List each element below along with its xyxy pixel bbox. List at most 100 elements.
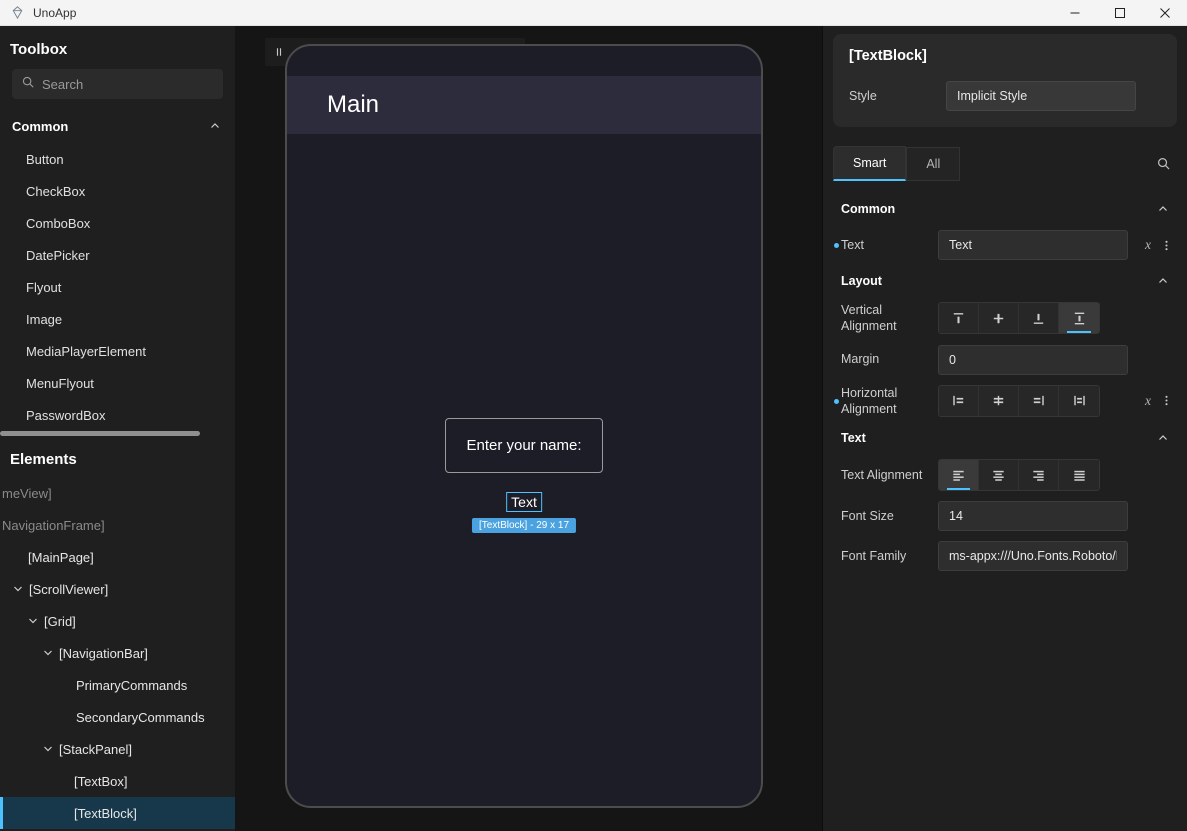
tree-item-mainpage[interactable]: [MainPage] [0, 541, 235, 573]
text-align-left-button[interactable] [939, 460, 979, 490]
font-size-label: Font Size [841, 508, 938, 524]
toolbox-item-menuflyout[interactable]: MenuFlyout [0, 367, 235, 399]
binding-icon[interactable]: x [1145, 237, 1151, 253]
halign-right-button[interactable] [1019, 386, 1059, 416]
page-title: Main [327, 91, 379, 119]
search-icon[interactable] [1156, 156, 1171, 171]
tree-item-stackpanel[interactable]: [StackPanel] [0, 733, 235, 765]
halign-center-button[interactable] [979, 386, 1019, 416]
tab-smart[interactable]: Smart [833, 146, 906, 181]
scrollbar-thumb[interactable] [0, 431, 200, 436]
valign-stretch-button[interactable] [1059, 303, 1099, 333]
prop-row-horizontal-alignment: Horizontal Alignment x [833, 380, 1177, 423]
tree-item-primarycommands[interactable]: PrimaryCommands [0, 669, 235, 701]
text-alignment-group [938, 459, 1100, 491]
page-header[interactable]: Main [287, 76, 761, 134]
app-logo-icon [10, 5, 25, 20]
chevron-down-icon[interactable] [42, 743, 54, 755]
chevron-down-icon[interactable] [27, 615, 39, 627]
section-text[interactable]: Text [833, 422, 1177, 454]
property-inspector: [TextBlock] Style Smart All Common Text … [822, 26, 1187, 831]
vertical-alignment-label: Vertical Alignment [841, 302, 938, 335]
inspector-tabs: Smart All [833, 146, 1177, 181]
horizontal-alignment-group [938, 385, 1100, 417]
tree-item-grid[interactable]: [Grid] [0, 605, 235, 637]
text-alignment-label: Text Alignment [841, 467, 938, 483]
toolbox-item-combobox[interactable]: ComboBox [0, 207, 235, 239]
toolbox-item-checkbox[interactable]: CheckBox [0, 175, 235, 207]
halign-stretch-button[interactable] [1059, 386, 1099, 416]
section-common[interactable]: Common [833, 193, 1177, 225]
font-family-label: Font Family [841, 548, 938, 564]
close-icon [1159, 7, 1171, 19]
binding-icon[interactable]: x [1145, 393, 1151, 409]
prop-row-vertical-alignment: Vertical Alignment [833, 297, 1177, 340]
tree-item-homeview[interactable]: meView] [0, 477, 235, 509]
tab-all[interactable]: All [906, 147, 960, 181]
tree-item-navigationbar[interactable]: [NavigationBar] [0, 637, 235, 669]
prop-row-font-family: Font Family [833, 536, 1177, 576]
more-icon[interactable] [1160, 239, 1173, 252]
margin-input[interactable] [938, 345, 1128, 375]
elements-title: Elements [0, 436, 235, 477]
vertical-alignment-group [938, 302, 1100, 334]
section-layout[interactable]: Layout [833, 265, 1177, 297]
prop-row-font-size: Font Size [833, 496, 1177, 536]
chevron-down-icon[interactable] [12, 583, 24, 595]
tree-item-textblock-selected[interactable]: [TextBlock] [0, 797, 235, 829]
toolbox-section-common[interactable]: Common [0, 109, 235, 143]
minimize-button[interactable] [1052, 0, 1097, 25]
search-input[interactable] [42, 77, 192, 92]
halign-left-button[interactable] [939, 386, 979, 416]
toolbox-item-button[interactable]: Button [0, 143, 235, 175]
toolbox-scrollbar [0, 431, 235, 436]
margin-label: Margin [841, 351, 938, 367]
toolbox-item-mediaplayerelement[interactable]: MediaPlayerElement [0, 335, 235, 367]
window-title: UnoApp [33, 6, 76, 20]
more-icon[interactable] [1160, 394, 1173, 407]
selection-size-badge: [TextBlock] - 29 x 17 [472, 518, 576, 533]
chevron-up-icon[interactable] [1157, 432, 1169, 444]
toolbox-search[interactable] [12, 69, 223, 99]
selected-textblock[interactable]: Text [506, 492, 542, 512]
page-body: Enter your name: Text [TextBlock] - 29 x… [287, 134, 761, 806]
chevron-down-icon[interactable] [42, 647, 54, 659]
text-align-justify-button[interactable] [1059, 460, 1099, 490]
text-input[interactable] [938, 230, 1128, 260]
prop-row-margin: Margin [833, 340, 1177, 380]
toolbox-item-image[interactable]: Image [0, 303, 235, 335]
tree-item-scrollviewer[interactable]: [ScrollViewer] [0, 573, 235, 605]
modified-dot [834, 399, 839, 404]
valign-bottom-button[interactable] [1019, 303, 1059, 333]
device-frame: Main Enter your name: Text [TextBlock] -… [285, 44, 763, 808]
maximize-button[interactable] [1097, 0, 1142, 25]
text-align-right-button[interactable] [1019, 460, 1059, 490]
modified-dot [834, 243, 839, 248]
close-button[interactable] [1142, 0, 1187, 25]
valign-center-button[interactable] [979, 303, 1019, 333]
search-icon [21, 75, 35, 94]
tree-item-navigationframe[interactable]: NavigationFrame] [0, 509, 235, 541]
tree-item-secondarycommands[interactable]: SecondaryCommands [0, 701, 235, 733]
drag-handle-icon[interactable] [273, 45, 285, 59]
horizontal-alignment-label: Horizontal Alignment [841, 385, 938, 418]
style-label: Style [849, 88, 946, 104]
style-input[interactable] [946, 81, 1136, 111]
minimize-icon [1069, 7, 1081, 19]
valign-top-button[interactable] [939, 303, 979, 333]
tree-item-textbox[interactable]: [TextBox] [0, 765, 235, 797]
toolbox-item-datepicker[interactable]: DatePicker [0, 239, 235, 271]
designed-textbox[interactable]: Enter your name: [445, 418, 603, 473]
selected-element-name: [TextBlock] [849, 48, 1161, 64]
design-canvas: Main Enter your name: Text [TextBlock] -… [235, 26, 822, 831]
chevron-up-icon[interactable] [1157, 203, 1169, 215]
font-family-input[interactable] [938, 541, 1128, 571]
chevron-up-icon[interactable] [209, 120, 221, 132]
toolbox-item-passwordbox[interactable]: PasswordBox [0, 399, 235, 431]
toolbox-item-flyout[interactable]: Flyout [0, 271, 235, 303]
device-status-area [287, 46, 761, 76]
font-size-input[interactable] [938, 501, 1128, 531]
text-align-center-button[interactable] [979, 460, 1019, 490]
toolbox-title: Toolbox [0, 26, 235, 67]
chevron-up-icon[interactable] [1157, 275, 1169, 287]
